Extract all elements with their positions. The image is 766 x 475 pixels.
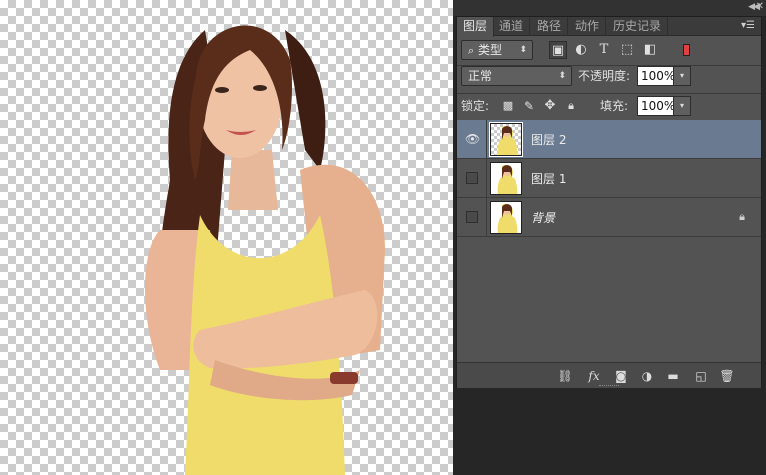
tab-history[interactable]: 历史记录 [607,17,669,36]
visibility-cell[interactable] [457,198,487,236]
tab-actions[interactable]: 动作 [569,17,607,36]
layer-name[interactable]: 图层 2 [531,131,566,148]
blend-mode-value: 正常 [468,69,493,83]
fill-label: 填充: [600,99,629,113]
close-dock-icon[interactable]: ✕ [756,1,764,12]
layers-panel: 图层 通道 路径 动作 历史记录 ▾☰ ⌕ 类型 ⬍ ▣ ◐ T ⬚ ◧ 正常 [456,16,762,388]
tab-paths[interactable]: 路径 [531,17,569,36]
panel-tabs: 图层 通道 路径 动作 历史记录 ▾☰ [457,17,761,37]
lock-label: 锁定: [461,99,490,113]
resize-grip[interactable] [599,385,619,388]
filter-type-value: 类型 [478,43,503,57]
layer-thumbnail [490,162,522,195]
updown-arrow-icon: ⬍ [519,45,527,55]
layers-bottom-bar: ⛓︎ fx ◙ ◑ ▬ ◱ 🗑︎ [457,362,761,388]
new-group-icon[interactable]: ▬ [665,368,681,384]
layer-row[interactable]: 图层 1 [457,159,761,198]
visibility-cell[interactable]: 👁︎ [457,120,487,158]
right-dock: ◀◀ ✕ 图层 通道 路径 动作 历史记录 ▾☰ ⌕ 类型 ⬍ ▣ ◐ T ⬚ … [453,0,766,475]
tab-layers[interactable]: 图层 [457,17,495,37]
link-layers-icon[interactable]: ⛓︎ [557,368,573,384]
layer-thumbnail [490,201,522,234]
visibility-cell[interactable] [457,159,487,197]
visibility-checkbox[interactable] [466,211,478,223]
search-icon: ⌕ [468,44,475,57]
opacity-value: 100% [641,69,676,83]
layer-row[interactable]: 👁︎ 图层 2 [457,120,761,159]
layer-name[interactable]: 图层 1 [531,170,566,187]
filter-row: ⌕ 类型 ⬍ ▣ ◐ T ⬚ ◧ [457,37,761,65]
portrait-image [145,25,385,475]
fill-dropdown-icon[interactable]: ▾ [673,96,691,116]
filter-type-dropdown[interactable]: ⌕ 类型 ⬍ [461,40,533,60]
opacity-input[interactable]: 100% ▾ [637,66,691,86]
filter-pixel-icon[interactable]: ▣ [549,41,567,59]
layer-row[interactable]: 背景 🔒︎ [457,198,761,237]
lock-icon: 🔒︎ [739,210,745,223]
fill-input[interactable]: 100% ▾ [637,96,691,116]
fill-value: 100% [641,99,676,113]
lock-transparent-pixels-icon[interactable]: ▩ [499,97,517,115]
blend-mode-dropdown[interactable]: 正常 ⬍ [461,66,572,86]
blend-row: 正常 ⬍ 不透明度: 100% ▾ [457,66,761,92]
filter-shape-icon[interactable]: ⬚ [618,41,636,59]
dock-header: ◀◀ ✕ [453,0,766,16]
updown-arrow-icon: ⬍ [558,71,566,81]
eye-icon[interactable]: 👁︎ [465,132,480,146]
document-canvas[interactable] [0,0,453,475]
filter-toggle-switch[interactable] [683,44,690,56]
layer-thumbnail [489,122,523,157]
panel-menu-icon[interactable]: ▾☰ [741,20,755,31]
opacity-label: 不透明度: [578,69,631,83]
filter-type-text-icon[interactable]: T [595,41,613,59]
visibility-checkbox[interactable] [466,172,478,184]
fx-icon[interactable]: fx [586,368,602,384]
filter-smart-object-icon[interactable]: ◧ [641,41,659,59]
delete-icon[interactable]: 🗑︎ [719,368,735,384]
new-layer-icon[interactable]: ◱ [693,368,709,384]
filter-adjustment-icon[interactable]: ◐ [572,41,590,59]
lock-image-pixels-icon[interactable]: ✎ [520,97,538,115]
adjustment-layer-icon[interactable]: ◑ [639,368,655,384]
tab-channels[interactable]: 通道 [493,17,531,36]
opacity-dropdown-icon[interactable]: ▾ [673,66,691,86]
lock-position-icon[interactable]: ✥ [541,97,559,115]
add-mask-icon[interactable]: ◙ [613,368,629,384]
lock-all-icon[interactable]: 🔒︎ [562,97,580,115]
layer-name[interactable]: 背景 [531,209,555,226]
lock-row: 锁定: ▩ ✎ ✥ 🔒︎ 填充: 100% ▾ [457,94,761,120]
